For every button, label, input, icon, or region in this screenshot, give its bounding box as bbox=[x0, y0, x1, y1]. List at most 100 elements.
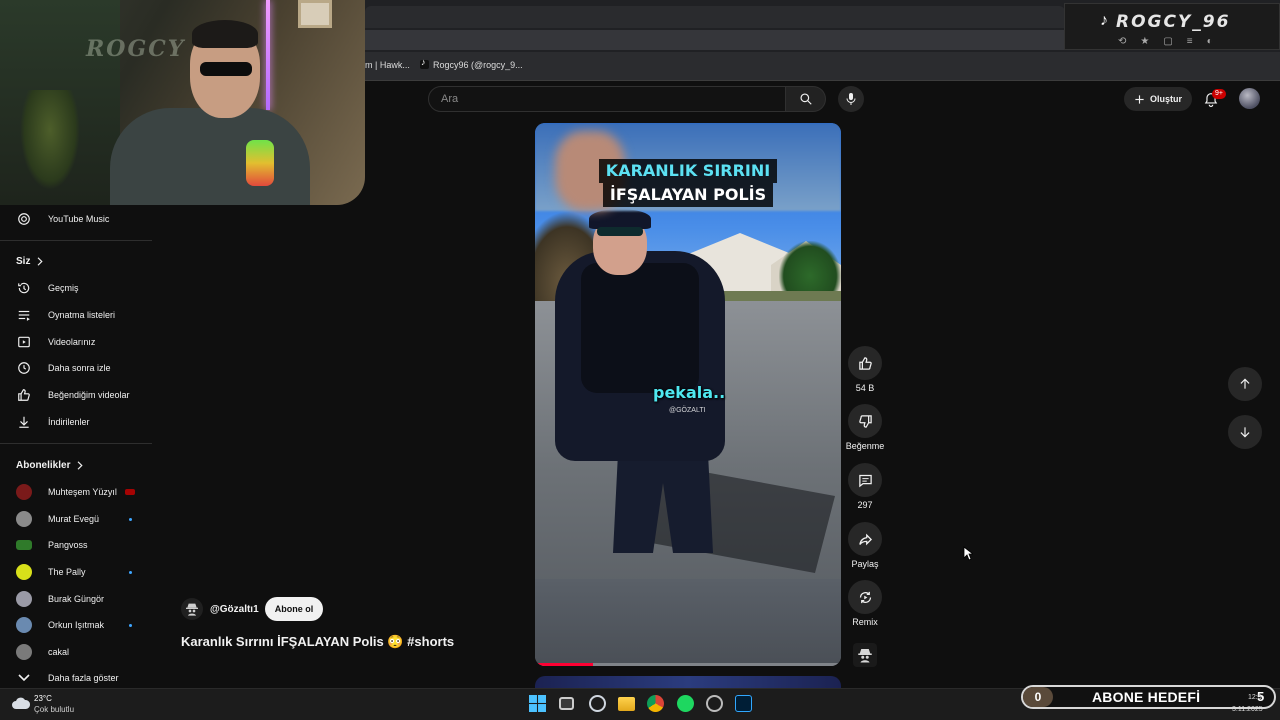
windows-start-button[interactable] bbox=[529, 695, 546, 712]
plus-icon bbox=[1135, 94, 1144, 104]
webcam-picture-frame bbox=[298, 0, 332, 28]
share-button[interactable] bbox=[848, 522, 882, 556]
sidebar-item-history[interactable]: Geçmiş bbox=[0, 275, 152, 301]
browser-tab-strip[interactable] bbox=[365, 6, 1065, 28]
overlay-title-line2: İFŞALAYAN POLİS bbox=[602, 183, 774, 207]
detective-icon bbox=[858, 649, 872, 663]
shorts-video-player[interactable]: KARANLIK SIRRINI İFŞALAYAN POLİS pekala.… bbox=[535, 123, 841, 666]
sidebar-item-label: cakal bbox=[48, 647, 70, 657]
bookmark-hawk[interactable]: m | Hawk... bbox=[365, 60, 410, 70]
sidebar-item-label: Muhteşem Yüzyıl bbox=[48, 487, 117, 497]
next-short-button[interactable] bbox=[1228, 415, 1262, 449]
microphone-icon bbox=[846, 93, 856, 105]
comment-icon bbox=[858, 474, 872, 487]
channel-name[interactable]: @Gözaltı1 bbox=[210, 604, 259, 615]
sidebar-item-subscription[interactable]: Murat Evegü bbox=[0, 506, 152, 532]
sidebar-item-label: Pangvoss bbox=[48, 540, 88, 550]
sidebar-section-you[interactable]: Siz bbox=[16, 256, 44, 267]
weather-description[interactable]: Çok bulutlu bbox=[34, 705, 74, 714]
sidebar-item-subscription[interactable]: Muhteşem Yüzyıl bbox=[0, 479, 152, 505]
thumbs-down-icon bbox=[858, 414, 872, 428]
progress-fill bbox=[535, 663, 594, 666]
search-input[interactable] bbox=[441, 87, 771, 111]
weather-temperature[interactable]: 23°C bbox=[34, 694, 52, 703]
sidebar-item-subscription[interactable]: Pangvoss bbox=[0, 532, 152, 558]
sidebar-item-label: Geçmiş bbox=[48, 283, 79, 293]
channel-avatar bbox=[16, 564, 32, 580]
clock-time[interactable]: 12:5 bbox=[1248, 694, 1262, 701]
speedometer-icon[interactable] bbox=[706, 695, 723, 712]
subscribe-button[interactable]: Abone ol bbox=[265, 597, 323, 621]
channel-avatar[interactable] bbox=[181, 598, 203, 620]
sidebar-item-label: Videolarınız bbox=[48, 337, 96, 347]
chrome-icon[interactable] bbox=[647, 695, 664, 712]
webcam-overlay: ROGCY bbox=[0, 0, 365, 205]
channel-avatar bbox=[16, 617, 32, 633]
channel-avatar bbox=[16, 644, 32, 660]
video-bottom-blur bbox=[535, 579, 841, 666]
video-watermark: @GÖZALTI bbox=[669, 407, 706, 414]
widgets-icon[interactable] bbox=[589, 695, 606, 712]
music-note-icon: ♪ bbox=[1100, 12, 1108, 29]
spotify-icon[interactable] bbox=[677, 695, 694, 712]
arrow-up-icon bbox=[1240, 378, 1250, 389]
dislike-label: Beğenme bbox=[845, 441, 885, 451]
task-view-icon[interactable] bbox=[559, 697, 574, 710]
history-icon bbox=[16, 280, 32, 296]
file-explorer-icon[interactable] bbox=[618, 697, 635, 711]
sidebar-divider bbox=[0, 240, 152, 241]
cloud-icon bbox=[12, 697, 31, 709]
like-button[interactable] bbox=[848, 346, 882, 380]
overlay-title-line1: KARANLIK SIRRINI bbox=[598, 159, 778, 183]
tiktok-icon bbox=[420, 57, 429, 69]
comments-button[interactable] bbox=[848, 463, 882, 497]
your-videos-icon bbox=[16, 334, 32, 350]
sidebar-item-liked-videos[interactable]: Beğendiğim videolar bbox=[0, 382, 152, 408]
sidebar-section-subscriptions[interactable]: Abonelikler bbox=[16, 460, 84, 471]
clock-date[interactable]: 3.11.2025 bbox=[1232, 706, 1263, 713]
browser-address-row[interactable] bbox=[365, 30, 1065, 50]
sidebar-item-youtube-music[interactable]: YouTube Music bbox=[0, 206, 152, 232]
comment-count: 297 bbox=[857, 500, 873, 510]
download-icon bbox=[16, 414, 32, 430]
webcam-wall-logo: ROGCY bbox=[86, 36, 186, 62]
sidebar-item-downloads[interactable]: İndirilenler bbox=[0, 409, 152, 435]
remix-label: Remix bbox=[852, 617, 878, 627]
sidebar-item-playlists[interactable]: Oynatma listeleri bbox=[0, 302, 152, 328]
bookmark-tiktok[interactable]: Rogcy96 (@rogcy_9... bbox=[420, 57, 523, 70]
account-avatar[interactable] bbox=[1239, 88, 1260, 109]
live-indicator bbox=[125, 489, 135, 495]
sidebar-item-subscription[interactable]: Burak Güngör bbox=[0, 586, 152, 612]
video-title[interactable]: Karanlık Sırrını İFŞALAYAN Polis 😳 #shor… bbox=[181, 634, 454, 650]
browser-toolbar-icons: ⟲★▢≡◐ bbox=[1118, 36, 1227, 47]
section-title: Siz bbox=[16, 256, 31, 267]
playlist-icon bbox=[16, 307, 32, 323]
sidebar-item-your-videos[interactable]: Videolarınız bbox=[0, 329, 152, 355]
sidebar-item-watch-later[interactable]: Daha sonra izle bbox=[0, 355, 152, 381]
goal-current-count: 0 bbox=[1023, 687, 1053, 707]
streamer-name: ROGCY_96 bbox=[1116, 12, 1231, 32]
sidebar-item-label: Daha fazla göster bbox=[48, 673, 119, 683]
arrow-down-icon bbox=[1240, 427, 1250, 438]
channel-avatar bbox=[16, 484, 32, 500]
dislike-button[interactable] bbox=[848, 404, 882, 438]
remix-button[interactable] bbox=[848, 580, 882, 614]
detective-icon bbox=[186, 603, 198, 616]
search-button[interactable] bbox=[786, 86, 826, 112]
sidebar-item-subscription[interactable]: The Pally bbox=[0, 559, 152, 585]
remix-icon bbox=[859, 591, 871, 603]
voice-search-button[interactable] bbox=[838, 86, 864, 112]
sidebar-item-subscription[interactable]: cakal bbox=[0, 639, 152, 665]
search-icon bbox=[799, 93, 812, 105]
youtube-music-icon bbox=[16, 211, 32, 227]
mouse-cursor-icon bbox=[963, 546, 973, 561]
webcam-light-bar bbox=[266, 0, 270, 110]
sidebar-item-subscription[interactable]: Orkun Işıtmak bbox=[0, 612, 152, 638]
create-button[interactable]: Oluştur bbox=[1124, 87, 1192, 111]
webcam-plant bbox=[20, 90, 80, 190]
photoshop-icon[interactable] bbox=[735, 695, 752, 712]
channel-thumbnail-button[interactable] bbox=[853, 643, 877, 667]
streamer-sunglasses bbox=[200, 62, 252, 76]
video-officer-glasses bbox=[597, 227, 643, 236]
previous-short-button[interactable] bbox=[1228, 367, 1262, 401]
